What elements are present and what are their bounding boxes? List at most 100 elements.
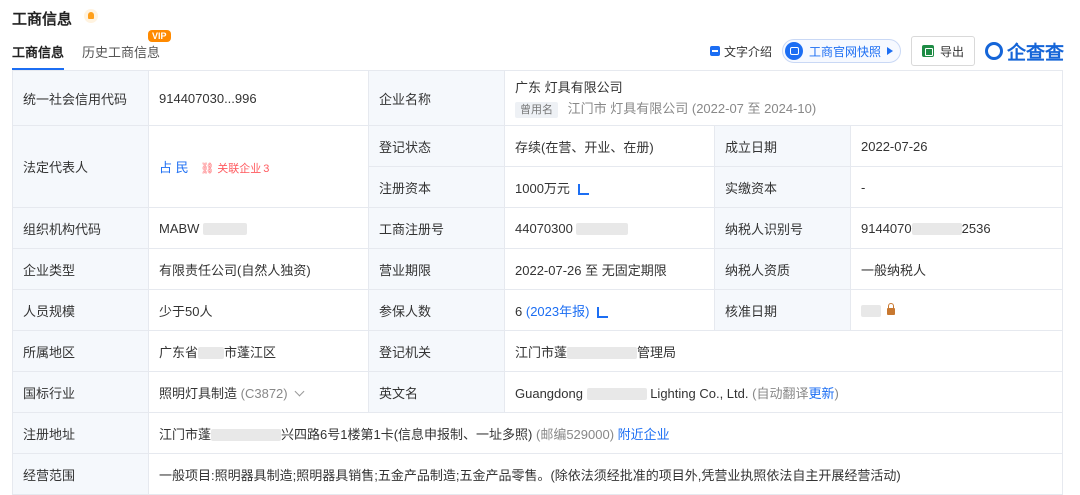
table-row: 注册地址 江门市蓬 兴四路6号1楼第1卡(信息申报制、一址多照) (邮编52900… (12, 412, 1064, 454)
industry-value: 照明灯具制造 (159, 385, 238, 401)
business-info-table: 统一社会信用代码 914407030...996 企业名称 广东 灯具有限公司 … (12, 70, 1064, 495)
masked-text (586, 388, 647, 401)
masked-text (911, 223, 962, 236)
table-row: 统一社会信用代码 914407030...996 企业名称 广东 灯具有限公司 … (12, 70, 1064, 126)
postcode: (邮编529000) (536, 426, 615, 442)
region-cell: 广东省 市蓬江区 (148, 330, 369, 372)
table-row: 人员规模 少于50人 参保人数 6 (2023年报) 核准日期 (12, 289, 1064, 331)
business-reg-cell: 44070300 (504, 207, 715, 249)
export-label: 导出 (939, 44, 964, 59)
text-intro-button[interactable]: 文字介绍 (709, 43, 772, 60)
bell-icon[interactable] (84, 9, 98, 23)
legal-rep-link[interactable]: 占 民 (159, 160, 189, 175)
related-company-link[interactable]: ⛓ 关联企业 3 (200, 160, 269, 176)
reg-authority-cell: 江门市蓬 管理局 (503, 330, 1064, 372)
export-button[interactable]: 导出 (910, 36, 975, 66)
company-name-label: 企业名称 (368, 70, 505, 126)
address-prefix: 江门市蓬 (159, 426, 212, 442)
reg-authority-prefix: 江门市蓬 (515, 344, 568, 360)
paid-capital-label: 实缴资本 (714, 166, 851, 208)
update-translation-link[interactable]: 更新 (808, 386, 834, 401)
tabs: 工商信息 历史工商信息 (12, 42, 160, 70)
credit-code-value: 914407030...996 (148, 70, 369, 126)
table-row: 经营范围 一般项目:照明器具制造;照明器具销售;五金产品制造;五金产品零售。(除… (12, 453, 1064, 495)
english-name-prefix: Guangdong (515, 385, 583, 401)
brand-name: 企查查 (1006, 42, 1064, 64)
address-suffix: 兴四路6号1楼第1卡(信息申报制、一址多照) (281, 426, 533, 442)
taxpayer-id-prefix: 9144070 (861, 220, 912, 236)
table-row: 法定代表人 占 民 ⛓ 关联企业 3 登记状态 存续(在营、开业、在册) 成立日期… (12, 125, 1064, 208)
english-name-suffix: Lighting Co., Ltd. (650, 385, 749, 401)
section-title: 工商信息 (12, 11, 73, 28)
english-name-cell: Guangdong Lighting Co., Ltd. (自动翻译更新) (503, 371, 1064, 413)
business-reg-value: 44070300 (515, 220, 573, 236)
vip-badge: VIP (148, 30, 171, 42)
reg-capital-value: 1000万元 (515, 180, 570, 196)
former-name-tag: 曾用名 (515, 102, 558, 118)
region-label: 所属地区 (12, 330, 149, 372)
reg-capital-label: 注册资本 (368, 166, 505, 208)
trend-chart-icon[interactable] (577, 183, 589, 195)
taxpayer-qual-value: 一般纳税人 (849, 248, 1064, 290)
approval-date-cell (849, 289, 1064, 331)
company-type-value: 有限责任公司(自然人独资) (148, 248, 369, 290)
established-value: 2022-07-26 (849, 125, 1064, 167)
staff-size-value: 少于50人 (148, 289, 369, 331)
org-code-label: 组织机构代码 (12, 207, 149, 249)
former-name-value: 江门市 灯具有限公司 (567, 101, 689, 116)
chevron-down-icon[interactable] (294, 386, 305, 396)
region-suffix: 市蓬江区 (224, 344, 277, 360)
industry-code: (C3872) (240, 385, 288, 401)
industry-label: 国标行业 (12, 371, 149, 413)
org-code-cell: MABW (148, 207, 369, 249)
table-row: 国标行业 照明灯具制造 (C3872) 英文名 Guangdong Lighti… (12, 371, 1064, 413)
reg-status-label: 登记状态 (368, 125, 505, 167)
approval-date-label: 核准日期 (714, 289, 851, 331)
biz-term-value: 2022-07-26 至 无固定期限 (504, 248, 715, 290)
text-intro-label: 文字介绍 (723, 44, 772, 59)
reg-status-value: 存续(在营、开业、在册) (504, 125, 715, 167)
address-label: 注册地址 (12, 412, 149, 454)
tab-history-business-info[interactable]: 历史工商信息 (82, 42, 160, 70)
insured-year-link[interactable]: (2023年报) (526, 304, 590, 319)
snapshot-icon (784, 42, 803, 60)
table-row: 企业类型 有限责任公司(自然人独资) 营业期限 2022-07-26 至 无固定… (12, 248, 1064, 290)
masked-text (861, 305, 881, 318)
taxpayer-qual-label: 纳税人资质 (714, 248, 851, 290)
paid-capital-value: - (849, 166, 1064, 208)
play-icon (886, 47, 893, 55)
legal-rep-label: 法定代表人 (12, 125, 149, 208)
reg-authority-label: 登记机关 (368, 330, 505, 372)
masked-text (576, 223, 629, 236)
credit-code-text: 914407030...996 (159, 90, 257, 106)
masked-text (203, 223, 248, 236)
established-label: 成立日期 (714, 125, 851, 167)
insured-label: 参保人数 (368, 289, 505, 331)
snapshot-label: 工商官网快照 (808, 44, 881, 59)
table-row: 所属地区 广东省 市蓬江区 登记机关 江门市蓬 管理局 (12, 330, 1064, 372)
address-cell: 江门市蓬 兴四路6号1楼第1卡(信息申报制、一址多照) (邮编529000) 附近… (147, 412, 1064, 454)
trend-chart-icon[interactable] (597, 306, 609, 318)
biz-term-label: 营业期限 (368, 248, 505, 290)
org-code-value: MABW (159, 220, 200, 236)
related-company-count: 3 (263, 163, 270, 175)
business-reg-label: 工商注册号 (368, 207, 505, 249)
scope-label: 经营范围 (12, 453, 149, 495)
company-name-cell: 广东 灯具有限公司 曾用名 江门市 灯具有限公司 (2022-07 至 2024… (503, 70, 1064, 126)
company-name-value: 广东 灯具有限公司 (515, 80, 623, 95)
brand-logo-icon (984, 42, 1003, 60)
taxpayer-id-cell: 9144070 2536 (849, 207, 1064, 249)
english-name-label: 英文名 (368, 371, 505, 413)
official-snapshot-button[interactable]: 工商官网快照 (781, 39, 901, 63)
nearby-companies-link[interactable]: 附近企业 (618, 427, 670, 442)
tab-business-info[interactable]: 工商信息 (12, 42, 65, 70)
industry-cell[interactable]: 照明灯具制造 (C3872) (148, 371, 369, 413)
lock-icon[interactable] (887, 302, 895, 315)
toolbar: 文字介绍 工商官网快照 导出 企查查 (709, 36, 1064, 66)
reg-capital-cell: 1000万元 (504, 166, 715, 208)
related-link-icon: ⛓ (200, 163, 215, 175)
region-prefix: 广东省 (159, 344, 199, 360)
taxpayer-id-label: 纳税人识别号 (714, 207, 851, 249)
scope-value: 一般项目:照明器具制造;照明器具销售;五金产品制造;五金产品零售。(除依法须经批… (147, 453, 1064, 495)
masked-text (567, 347, 638, 360)
